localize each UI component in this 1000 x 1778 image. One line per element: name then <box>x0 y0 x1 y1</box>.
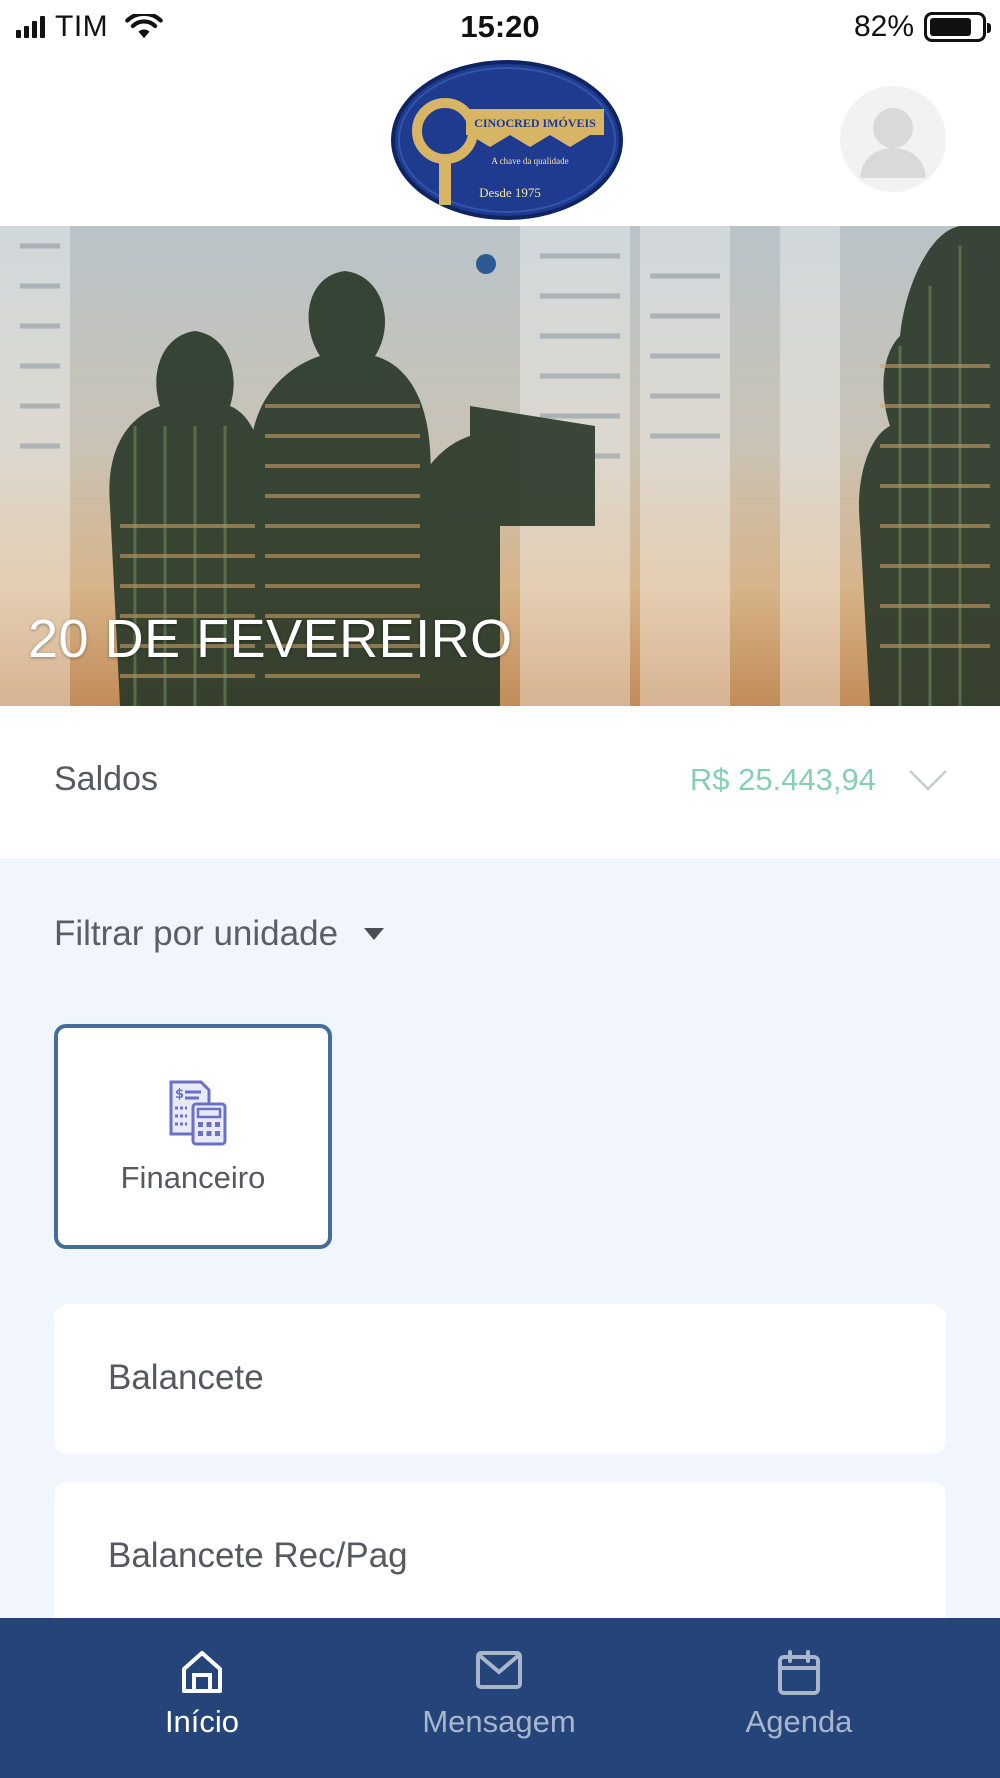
unit-filter-label: Filtrar por unidade <box>54 914 339 953</box>
svg-text:$: $ <box>175 1087 184 1102</box>
company-logo: CINOCRED IMÓVEIS A chave da qualidade De… <box>391 60 623 220</box>
banner-date: 20 DE FEVEREIRO <box>28 609 513 669</box>
main-content: Filtrar por unidade $ Financeiro Balance… <box>0 858 1000 1618</box>
unit-filter-dropdown[interactable]: Filtrar por unidade <box>54 914 385 954</box>
status-right: 82% <box>853 10 991 44</box>
nav-label: Agenda <box>745 1704 853 1739</box>
user-avatar-icon <box>860 108 926 178</box>
nav-label: Início <box>164 1704 240 1739</box>
chevron-down-icon[interactable] <box>908 768 948 792</box>
status-bar: TIM 15:20 82% <box>0 0 1000 56</box>
app-header: CINOCRED IMÓVEIS A chave da qualidade De… <box>0 56 1000 226</box>
report-item-balancete-rec-pag[interactable]: Balancete Rec/Pag <box>54 1482 946 1618</box>
nav-mensagem[interactable]: Mensagem <box>349 1618 649 1778</box>
home-icon <box>182 1651 222 1693</box>
nav-agenda[interactable]: Agenda <box>649 1618 949 1778</box>
carousel-indicator[interactable] <box>476 254 496 274</box>
svg-text:Desde 1975: Desde 1975 <box>479 185 541 200</box>
nav-inicio[interactable]: Início <box>52 1618 352 1778</box>
report-item-balancete[interactable]: Balancete <box>54 1304 946 1454</box>
clock: 15:20 <box>460 9 540 44</box>
report-item-label: Balancete Rec/Pag <box>108 1536 408 1575</box>
svg-text:CINOCRED IMÓVEIS: CINOCRED IMÓVEIS <box>474 116 596 130</box>
saldos-value: R$ 25.443,94 <box>689 762 876 797</box>
report-item-label: Balancete <box>108 1358 264 1397</box>
caret-down-icon <box>364 928 385 940</box>
financial-report-icon: $ <box>169 1080 227 1146</box>
avatar[interactable] <box>840 86 946 192</box>
svg-text:A chave da qualidade: A chave da qualidade <box>491 156 568 166</box>
financeiro-label: Financeiro <box>120 1160 266 1195</box>
bottom-nav: Início Mensagem Agenda <box>0 1618 1000 1778</box>
battery-icon <box>924 12 991 42</box>
battery-percent: 82% <box>853 10 914 43</box>
banner-carousel[interactable]: 20 DE FEVEREIRO <box>0 226 1000 706</box>
nav-label: Mensagem <box>422 1704 576 1739</box>
envelope-icon <box>476 1651 522 1689</box>
saldos-label: Saldos <box>54 760 158 798</box>
saldos-row[interactable]: Saldos R$ 25.443,94 <box>0 706 1000 858</box>
financeiro-card[interactable]: $ Financeiro <box>54 1024 332 1249</box>
calendar-icon <box>778 1650 820 1695</box>
